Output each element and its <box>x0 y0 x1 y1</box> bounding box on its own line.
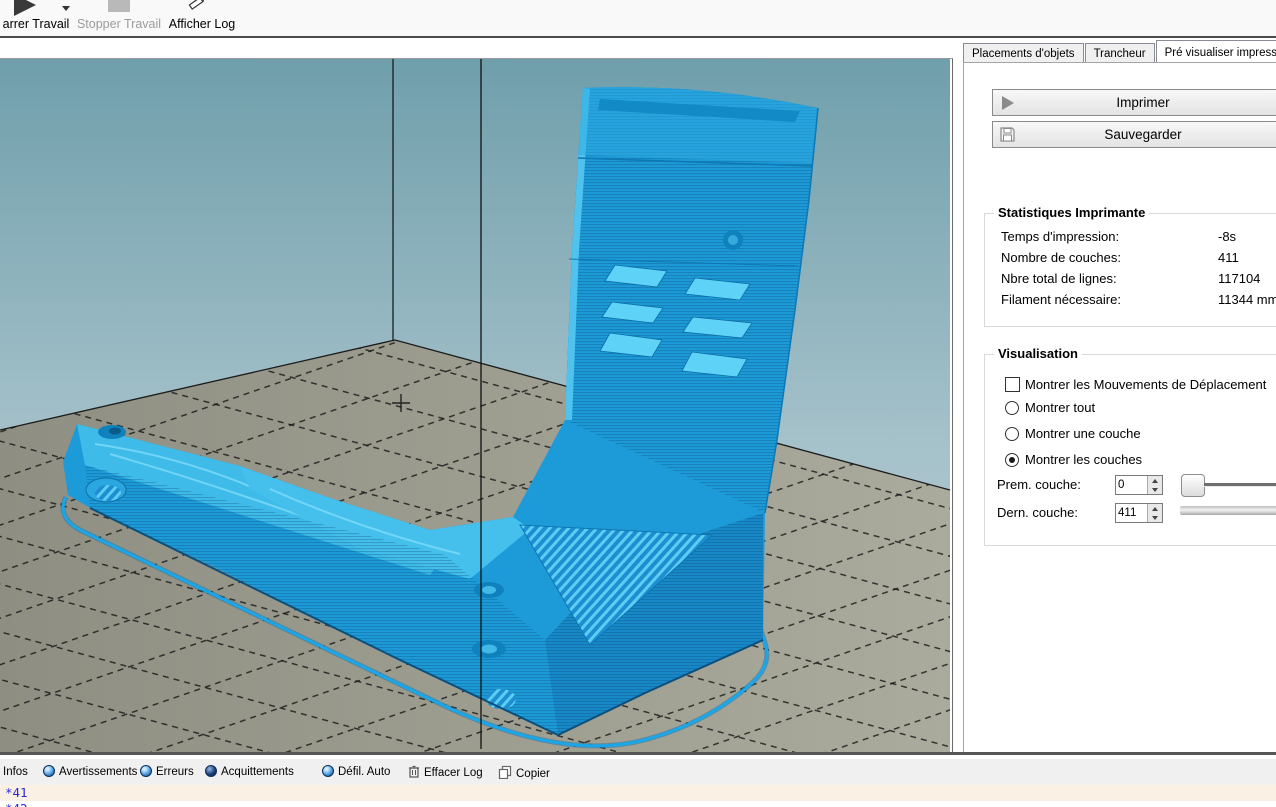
show-one-layer-label[interactable]: Montrer une couche <box>1025 426 1141 441</box>
stat-label: Nbre total de lignes: <box>1001 271 1117 286</box>
show-one-layer-radio[interactable] <box>1005 427 1019 441</box>
visualization-groupbox: Visualisation Montrer les Mouvements de … <box>984 354 1276 546</box>
stats-group-title: Statistiques Imprimante <box>994 205 1149 220</box>
stat-value: 11344 mm <box>1218 292 1276 307</box>
first-layer-label: Prem. couche: <box>997 477 1081 492</box>
errors-led-icon <box>140 765 152 777</box>
log-autoscroll-toggle[interactable]: Défil. Auto <box>322 765 390 781</box>
log-output-area[interactable]: *41 *42 <box>0 785 1276 807</box>
repetier-host-window: arrer Travail Stopper Travail Afficher L… <box>0 0 1276 807</box>
print-button[interactable]: Imprimer <box>992 89 1276 116</box>
trash-icon <box>408 765 420 778</box>
log-line: *41 <box>0 785 1276 801</box>
stat-label: Temps d'impression: <box>1001 229 1119 244</box>
log-filter-acks[interactable]: Acquittements <box>205 765 294 781</box>
show-layer-range-radio[interactable] <box>1005 453 1019 467</box>
clear-log-button[interactable]: Effacer Log <box>408 765 483 781</box>
show-log-button[interactable]: Afficher Log <box>162 0 242 34</box>
log-filter-errors[interactable]: Erreurs <box>140 765 194 781</box>
copy-icon <box>498 765 512 779</box>
copy-log-button[interactable]: Copier <box>498 765 550 781</box>
start-job-button[interactable]: arrer Travail <box>0 0 72 34</box>
print-button-label: Imprimer <box>1116 95 1169 110</box>
play-icon <box>14 0 36 16</box>
first-layer-input[interactable] <box>1116 476 1150 494</box>
warnings-led-icon <box>43 765 55 777</box>
first-layer-slider-track[interactable] <box>1204 483 1276 487</box>
log-line: *42 <box>0 801 1276 807</box>
first-layer-spinner[interactable] <box>1115 475 1163 495</box>
acks-led-icon <box>205 765 217 777</box>
tab-placements-objets[interactable]: Placements d'objets <box>963 43 1084 63</box>
save-button[interactable]: Sauvegarder <box>992 121 1276 148</box>
show-all-label[interactable]: Montrer tout <box>1025 400 1095 415</box>
stat-row-layer-count: Nombre de couches: 411 <box>1001 250 1276 265</box>
last-layer-spinner[interactable] <box>1115 503 1163 523</box>
show-travel-checkbox[interactable] <box>1005 377 1020 392</box>
print-play-icon <box>999 94 1016 111</box>
stat-row-filament: Filament nécessaire: 11344 mm <box>1001 292 1276 307</box>
stop-job-label: Stopper Travail <box>76 17 162 31</box>
stat-value: -8s <box>1218 229 1236 244</box>
show-log-label: Afficher Log <box>162 17 242 31</box>
chevron-down-icon[interactable] <box>62 6 70 11</box>
spinner-down-icon[interactable] <box>1148 485 1162 494</box>
last-layer-input[interactable] <box>1116 504 1150 522</box>
log-filter-infos[interactable]: Infos <box>3 765 28 781</box>
stat-row-total-lines: Nbre total de lignes: 117104 <box>1001 271 1276 286</box>
floppy-save-icon <box>999 126 1016 143</box>
tab-trancheur[interactable]: Trancheur <box>1085 43 1155 63</box>
side-panel: Placements d'objetsTrancheurPré visualis… <box>953 38 1276 753</box>
visualization-group-title: Visualisation <box>994 346 1082 361</box>
log-filter-warnings[interactable]: Avertissements <box>43 765 137 781</box>
start-job-label: arrer Travail <box>0 17 72 31</box>
tab-previsualiser-impression[interactable]: Pré visualiser impression <box>1156 40 1276 63</box>
first-layer-slider-thumb[interactable] <box>1181 474 1205 497</box>
stat-label: Filament nécessaire: <box>1001 292 1121 307</box>
show-all-radio[interactable] <box>1005 401 1019 415</box>
log-toolbar: Infos Avertissements Erreurs Acquittemen… <box>0 758 1276 786</box>
stat-value: 411 <box>1218 250 1239 265</box>
preview-tab-content: Imprimer Sauvegarder Statistiques Imprim… <box>963 62 1276 754</box>
stat-row-print-time: Temps d'impression: -8s <box>1001 229 1276 244</box>
stop-icon <box>108 0 130 12</box>
show-travel-label[interactable]: Montrer les Mouvements de Déplacement <box>1025 377 1266 392</box>
stop-job-button[interactable]: Stopper Travail <box>76 0 162 34</box>
main-toolbar: arrer Travail Stopper Travail Afficher L… <box>0 0 1276 38</box>
show-layer-range-label[interactable]: Montrer les couches <box>1025 452 1142 467</box>
panel-tab-bar: Placements d'objetsTrancheurPré visualis… <box>963 40 1276 63</box>
save-button-label: Sauvegarder <box>1104 127 1181 142</box>
last-layer-slider-track[interactable] <box>1180 506 1276 515</box>
last-layer-label: Dern. couche: <box>997 505 1078 520</box>
printer-stats-groupbox: Statistiques Imprimante Temps d'impressi… <box>984 213 1276 327</box>
stat-value: 117104 <box>1218 271 1260 286</box>
autoscroll-led-icon <box>322 765 334 777</box>
spinner-down-icon[interactable] <box>1148 513 1162 522</box>
3d-print-preview-viewport[interactable] <box>0 58 954 753</box>
pencil-icon <box>184 0 208 18</box>
stat-label: Nombre de couches: <box>1001 250 1121 265</box>
